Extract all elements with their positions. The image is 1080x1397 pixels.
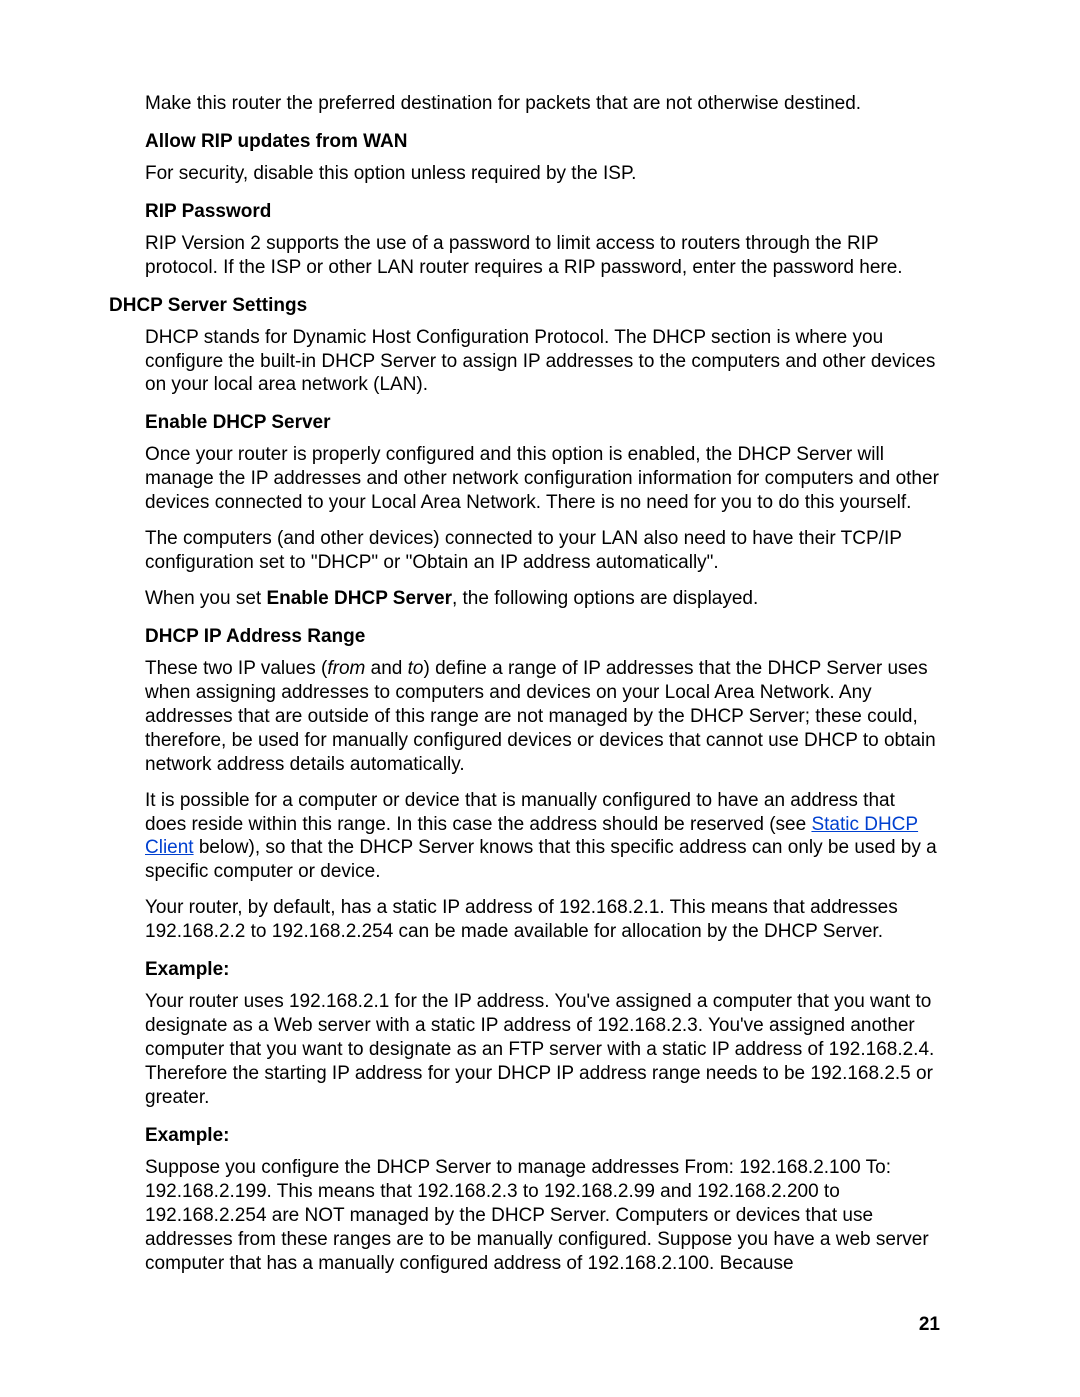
page-number: 21 xyxy=(919,1313,940,1337)
heading-ip-range: DHCP IP Address Range xyxy=(145,625,940,649)
bold-text: Enable DHCP Server xyxy=(266,588,452,609)
text: and xyxy=(365,658,407,679)
heading-allow-rip: Allow RIP updates from WAN xyxy=(145,130,940,154)
italic-text: to xyxy=(408,658,424,679)
paragraph: Once your router is properly configured … xyxy=(145,443,940,515)
heading-example: Example: xyxy=(145,958,940,982)
text: below), so that the DHCP Server knows th… xyxy=(145,837,937,882)
text: These two IP values ( xyxy=(145,658,327,679)
paragraph: Suppose you configure the DHCP Server to… xyxy=(145,1156,940,1276)
paragraph: These two IP values (from and to) define… xyxy=(145,657,940,777)
paragraph: Your router uses 192.168.2.1 for the IP … xyxy=(145,990,940,1110)
paragraph: It is possible for a computer or device … xyxy=(145,789,940,885)
document-page: Make this router the preferred destinati… xyxy=(0,0,1080,1397)
italic-text: from xyxy=(327,658,365,679)
text: When you set xyxy=(145,588,266,609)
paragraph: DHCP stands for Dynamic Host Configurati… xyxy=(145,326,940,398)
paragraph: Make this router the preferred destinati… xyxy=(145,92,940,116)
paragraph: When you set Enable DHCP Server, the fol… xyxy=(145,587,940,611)
paragraph: The computers (and other devices) connec… xyxy=(145,527,940,575)
heading-rip-password: RIP Password xyxy=(145,200,940,224)
text: , the following options are displayed. xyxy=(452,588,758,609)
paragraph: Your router, by default, has a static IP… xyxy=(145,896,940,944)
paragraph: RIP Version 2 supports the use of a pass… xyxy=(145,232,940,280)
heading-dhcp-settings: DHCP Server Settings xyxy=(109,294,940,318)
heading-example: Example: xyxy=(145,1124,940,1148)
heading-enable-dhcp: Enable DHCP Server xyxy=(145,411,940,435)
paragraph: For security, disable this option unless… xyxy=(145,162,940,186)
text: It is possible for a computer or device … xyxy=(145,790,895,835)
